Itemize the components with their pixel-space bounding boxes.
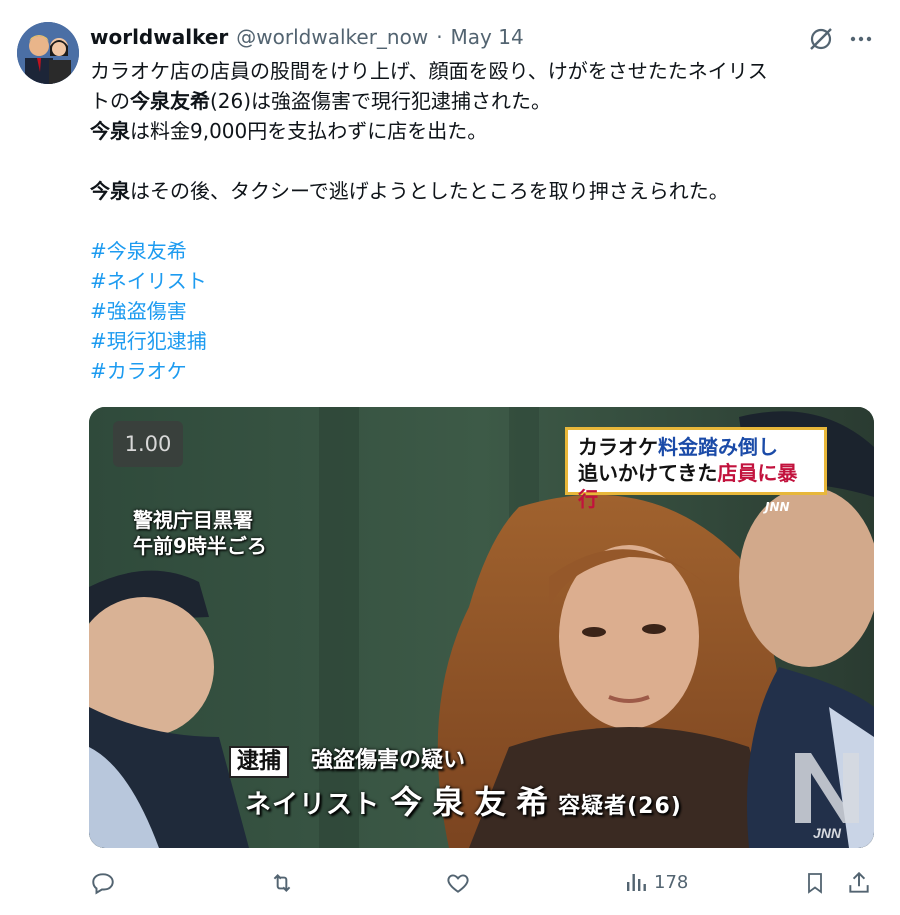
action-bar: 178 — [0, 862, 900, 902]
user-handle[interactable]: @worldwalker_now — [236, 25, 428, 49]
location-caption: 警視庁目黒署 午前9時半ごろ — [133, 507, 267, 559]
views-icon — [627, 874, 646, 891]
location-line: 警視庁目黒署 — [133, 508, 253, 532]
share-button[interactable] — [846, 870, 872, 896]
occupation-text: ネイリスト — [245, 790, 381, 820]
news-caption-box: カラオケ料金踏み倒し 追いかけてきた店員に暴行 — [565, 427, 827, 511]
jnn-logo: JNN — [795, 753, 859, 841]
jnn-logo-text: JNN — [813, 825, 842, 841]
caption-text: 追いかけてきた — [578, 461, 718, 485]
suspect-name-bold: 今泉友希 — [130, 89, 210, 113]
hashtag-link[interactable]: #ネイリスト — [90, 266, 880, 296]
suspect-suffix-text: 容疑者(26) — [558, 794, 682, 819]
reply-button[interactable] — [90, 870, 116, 896]
avatar[interactable] — [17, 22, 79, 84]
repost-button[interactable] — [268, 870, 296, 896]
playback-speed-badge[interactable]: 1.00 — [113, 421, 183, 467]
hashtag-link[interactable]: #今泉友希 — [90, 236, 880, 266]
grok-icon[interactable] — [806, 24, 836, 54]
suspect-surname-bold: 今泉 — [90, 179, 130, 203]
tweet-text: カラオケ店の店員の股間をけり上げ、顔面を殴り、けがをさせたたネイリス トの今泉友… — [90, 56, 880, 386]
caption-line: カラオケ料金踏み倒し — [578, 434, 814, 460]
hashtag-link[interactable]: #現行犯逮捕 — [90, 326, 880, 356]
tweet-header: worldwalker @worldwalker_now · May 14 — [90, 23, 524, 51]
suspect-name-text: 今泉友希 — [390, 783, 559, 821]
jnn-small-logo: JNN — [765, 500, 790, 514]
bookmark-icon — [808, 873, 822, 894]
separator-dot: · — [436, 25, 443, 49]
text-segment: は料金9,000円を支払わずに店を出た。 — [130, 119, 488, 143]
text-segment: (26)は強盗傷害で現行犯逮捕された。 — [210, 89, 552, 113]
reply-icon — [92, 873, 114, 895]
display-name[interactable]: worldwalker — [90, 25, 228, 49]
heart-icon — [447, 874, 469, 893]
tweet-text-line: トの今泉友希(26)は強盗傷害で現行犯逮捕された。 — [90, 86, 880, 116]
tweet-text-line: 今泉はその後、タクシーで逃げようとしたところを取り押さえられた。 — [90, 176, 880, 206]
arrest-tag: 逮捕 — [229, 746, 290, 778]
tweet-text-line: 今泉は料金9,000円を支払わずに店を出た。 — [90, 116, 880, 146]
hashtag-link[interactable]: #カラオケ — [90, 356, 880, 386]
charge-caption: 強盗傷害の疑い — [311, 748, 466, 773]
text-segment: トの — [90, 89, 130, 113]
share-icon — [849, 871, 869, 893]
bookmark-button[interactable] — [803, 870, 827, 896]
caption-text-highlight: 料金踏み倒し — [658, 435, 778, 459]
location-line: 午前9時半ごろ — [133, 534, 267, 558]
tweet-text-line: カラオケ店の店員の股間をけり上げ、顔面を殴り、けがをさせたたネイリス — [90, 59, 768, 83]
suspect-caption: ネイリスト 今泉友希容疑者(26) — [245, 782, 682, 827]
views-button[interactable]: 178 — [624, 870, 688, 894]
repost-icon — [273, 874, 291, 892]
text-segment: はその後、タクシーで逃げようとしたところを取り押さえられた。 — [130, 179, 729, 203]
caption-text: カラオケ — [578, 435, 658, 459]
avatar-image — [17, 22, 79, 84]
like-button[interactable] — [445, 870, 471, 896]
views-count: 178 — [654, 871, 689, 893]
tweet-date[interactable]: May 14 — [451, 25, 524, 49]
hashtag-link[interactable]: #強盗傷害 — [90, 296, 880, 326]
suspect-surname-bold: 今泉 — [90, 119, 130, 143]
more-options-icon[interactable] — [846, 24, 876, 54]
video-player[interactable]: 1.00 カラオケ料金踏み倒し 追いかけてきた店員に暴行 JNN 警視庁目黒署 … — [89, 407, 874, 848]
